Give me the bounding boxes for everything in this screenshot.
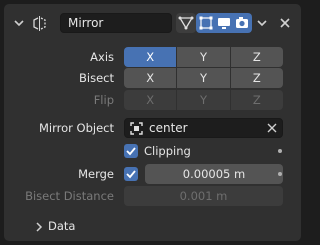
flip-y-button[interactable]: Y	[177, 90, 230, 110]
edit-mode-toggle[interactable]	[196, 13, 216, 33]
merge-distance-field[interactable]: 0.00005 m	[145, 164, 283, 184]
animate-property-dot[interactable]	[278, 149, 282, 153]
bisect-z-button[interactable]: Z	[230, 68, 283, 88]
animate-property-dot[interactable]	[278, 172, 282, 176]
collapse-chevron-icon[interactable]	[12, 16, 26, 30]
flip-x-button[interactable]: X	[124, 90, 177, 110]
mirror-object-value: center	[149, 121, 188, 135]
edit-cage-toggle[interactable]	[176, 13, 196, 33]
object-icon	[130, 122, 143, 135]
edit-mode-icon	[199, 16, 213, 30]
merge-label: Merge	[78, 167, 114, 181]
checkmark-icon	[126, 170, 136, 179]
mirror-modifier-panel: Mirror Axis X Y Z Bisect X Y Z Flip X Y …	[4, 4, 301, 241]
axis-z-button[interactable]: Z	[230, 47, 283, 67]
chevron-right-icon	[36, 222, 43, 232]
realtime-icon	[218, 18, 230, 29]
render-icon	[236, 17, 248, 28]
edit-cage-icon	[178, 16, 194, 30]
bisect-distance-field[interactable]: 0.001 m	[124, 186, 283, 206]
bisect-y-button[interactable]: Y	[177, 68, 230, 88]
modifier-name-field[interactable]: Mirror	[60, 13, 172, 33]
flip-z-button[interactable]: Z	[230, 90, 283, 110]
axis-label: Axis	[90, 50, 114, 64]
flip-toggle-group: X Y Z	[124, 90, 283, 110]
mirror-object-field[interactable]: center	[124, 118, 283, 138]
clear-object-icon[interactable]	[267, 123, 277, 133]
merge-checkbox[interactable]	[124, 167, 138, 181]
axis-x-button[interactable]: X	[124, 47, 177, 67]
axis-y-button[interactable]: Y	[177, 47, 230, 67]
flip-label: Flip	[93, 93, 114, 107]
bisect-label: Bisect	[79, 71, 114, 85]
checkmark-icon	[126, 147, 136, 156]
mirror-object-label: Mirror Object	[39, 121, 114, 135]
clipping-label: Clipping	[144, 144, 191, 158]
clipping-checkbox[interactable]	[124, 144, 138, 158]
close-icon[interactable]	[279, 17, 291, 29]
mirror-modifier-icon	[33, 16, 46, 31]
data-subpanel-label: Data	[48, 219, 76, 233]
data-subpanel-header[interactable]: Data	[4, 218, 301, 236]
modifier-header: Mirror	[4, 12, 301, 34]
bisect-x-button[interactable]: X	[124, 68, 177, 88]
realtime-toggle[interactable]	[214, 13, 234, 33]
bisect-distance-label: Bisect Distance	[25, 189, 114, 203]
render-toggle[interactable]	[232, 13, 252, 33]
bisect-toggle-group: X Y Z	[124, 68, 283, 88]
dropdown-icon[interactable]	[256, 17, 268, 29]
axis-toggle-group: X Y Z	[124, 47, 283, 67]
